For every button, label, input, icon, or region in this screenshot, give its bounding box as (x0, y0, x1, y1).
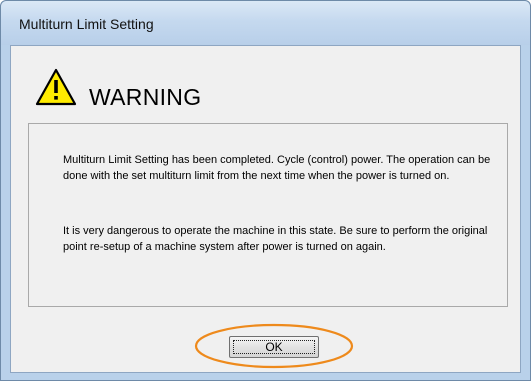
title-bar[interactable]: Multiturn Limit Setting (1, 1, 530, 45)
warning-heading: WARNING (89, 84, 202, 110)
message-paragraph-2: It is very dangerous to operate the mach… (63, 225, 488, 253)
ok-button[interactable]: OK (229, 336, 319, 358)
warning-triangle-icon (35, 68, 77, 106)
window-title: Multiturn Limit Setting (19, 16, 154, 32)
dialog-window: Multiturn Limit Setting WARNING Multitur… (0, 0, 531, 381)
dialog-client-area: WARNING Multiturn Limit Setting has been… (10, 45, 521, 373)
message-panel: Multiturn Limit Setting has been complet… (28, 123, 508, 307)
ok-button-area: OK (194, 323, 354, 369)
message-paragraph-1: Multiturn Limit Setting has been complet… (63, 154, 491, 182)
ok-button-label: OK (233, 340, 315, 354)
